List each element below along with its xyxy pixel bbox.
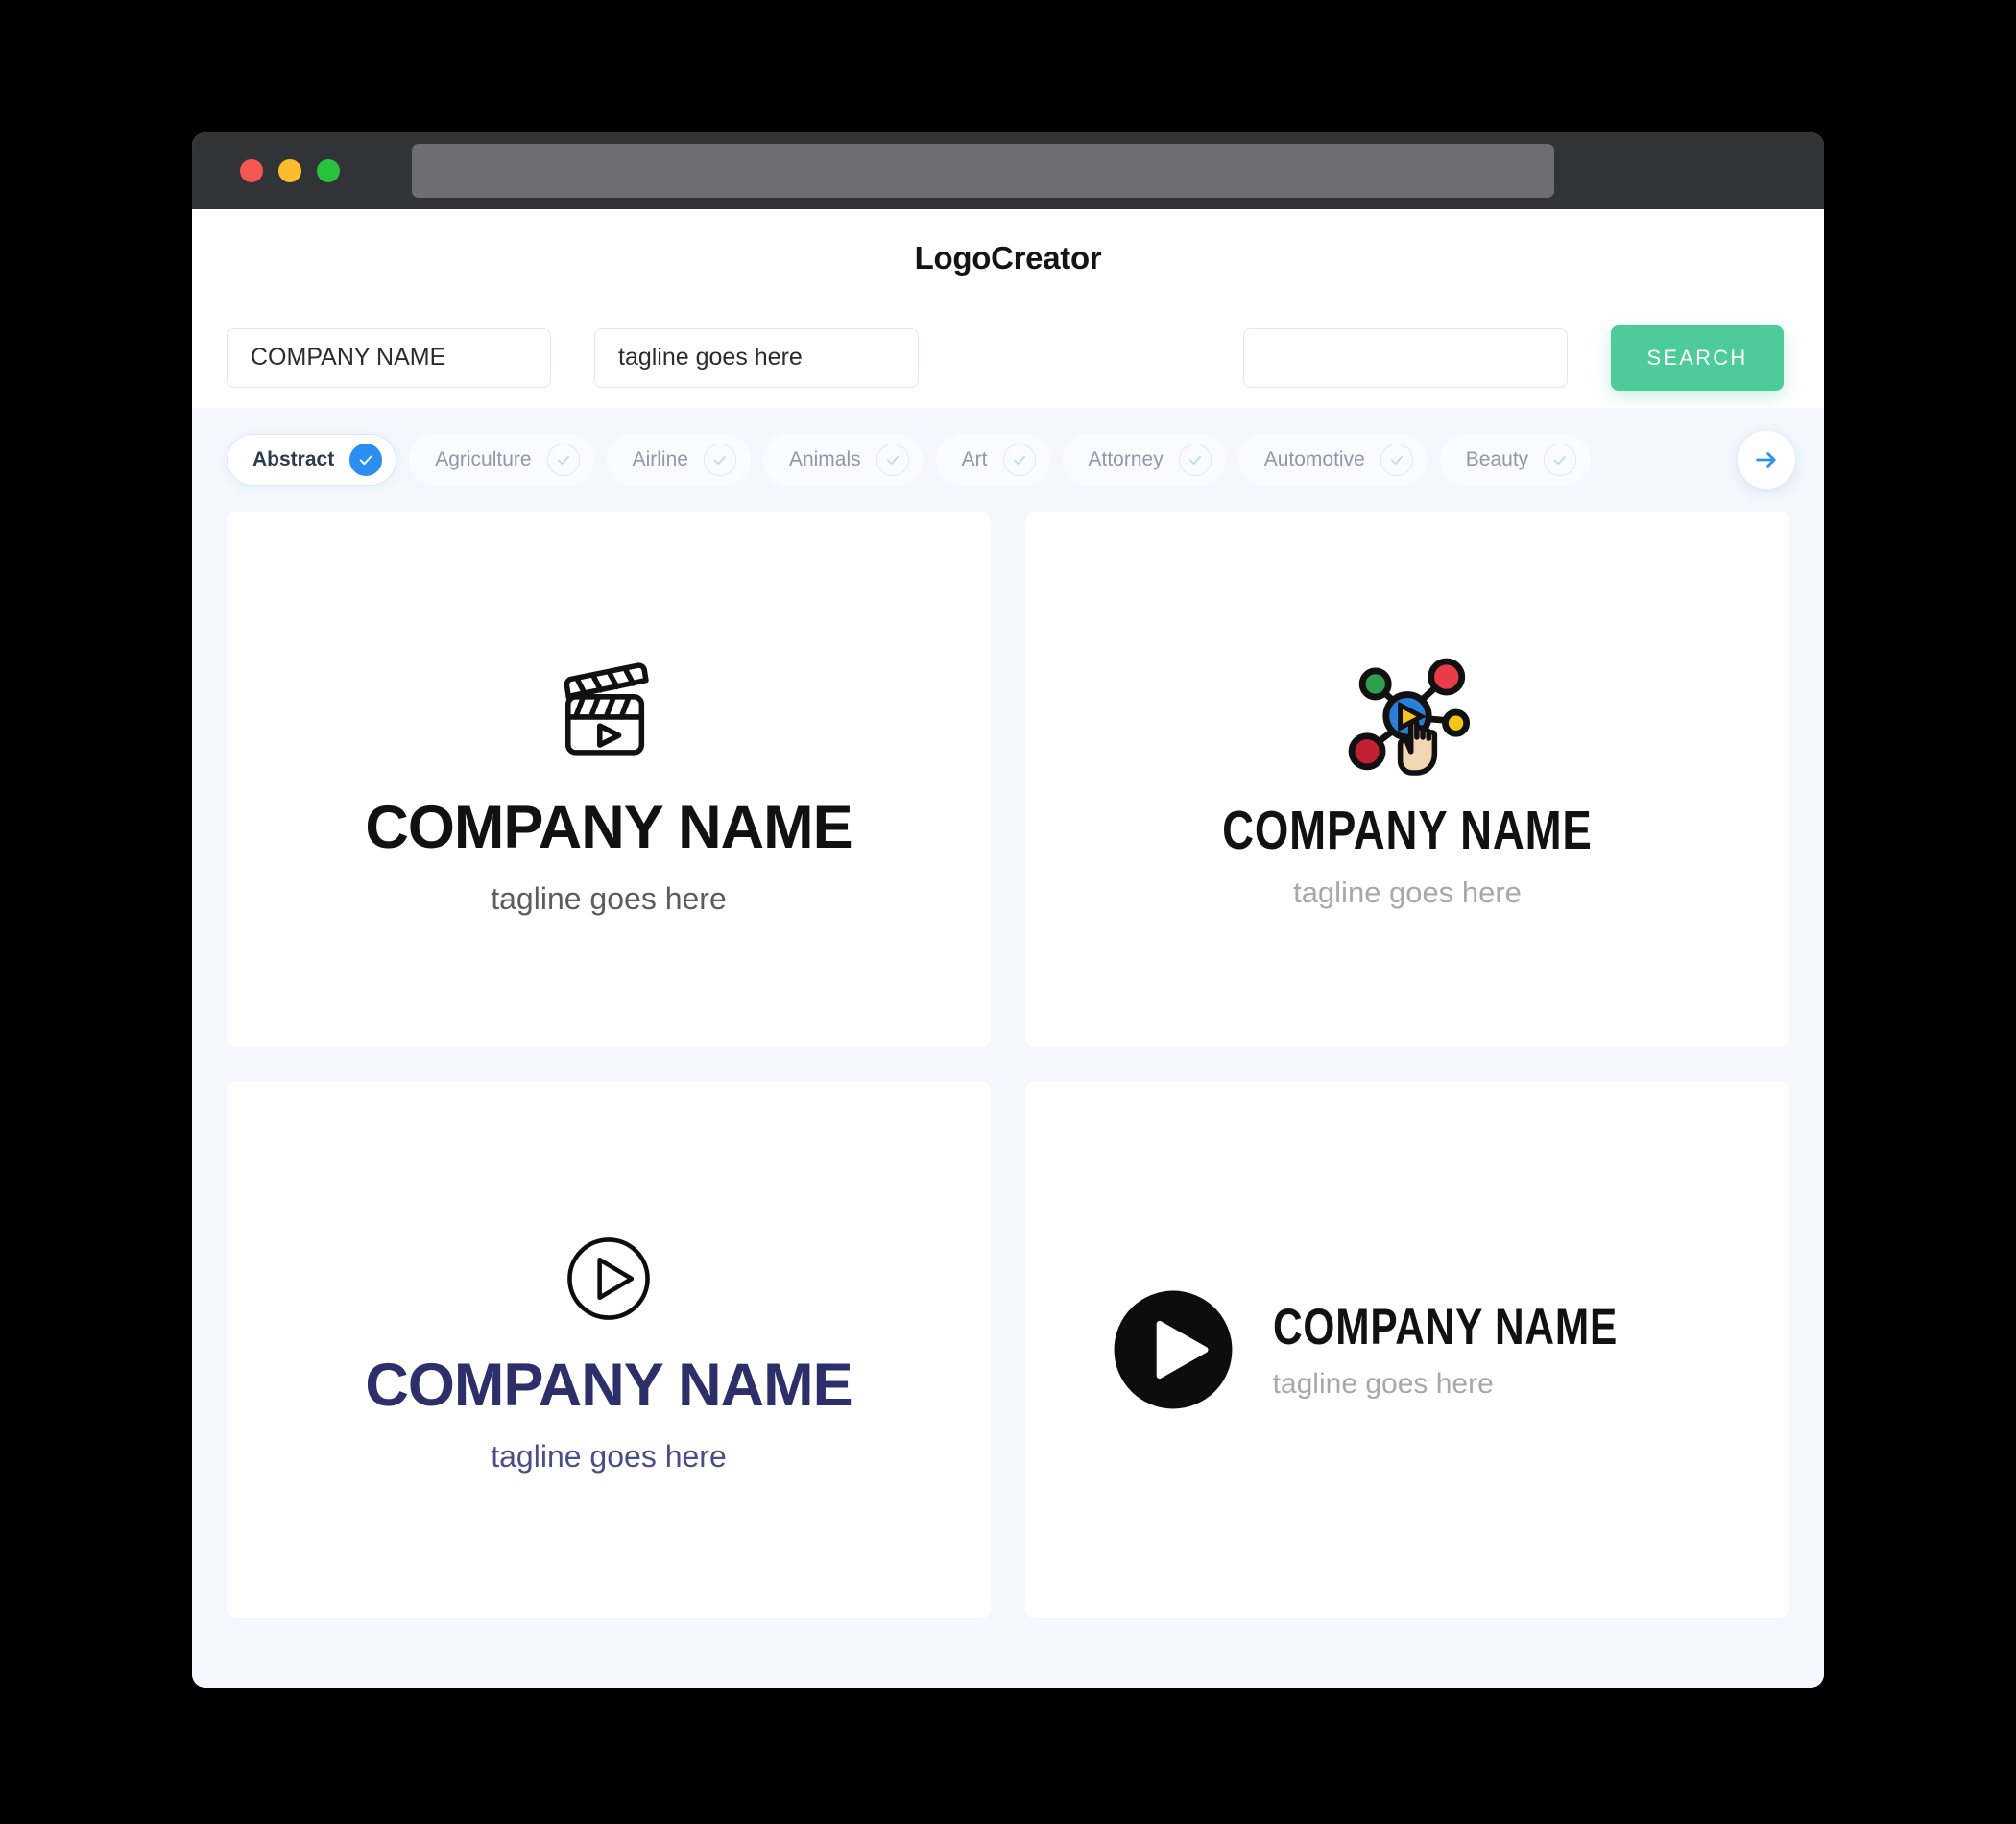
category-chip-airline[interactable]: Airline [606,434,751,486]
category-chip-abstract[interactable]: Abstract [227,434,397,486]
check-icon [1380,444,1413,476]
play-circle-solid-icon [1112,1288,1235,1411]
logo-card[interactable]: COMPANY NAME tagline goes here [227,512,991,1047]
check-icon [1544,444,1577,476]
category-filter-bar: Abstract Agriculture Airline Animals Art… [192,408,1824,512]
category-chip-agriculture[interactable]: Agriculture [409,434,594,486]
logo-company-name: COMPANY NAME [1272,1298,1618,1356]
minimize-window-button[interactable] [278,159,301,182]
results-content: Abstract Agriculture Airline Animals Art… [192,408,1824,1688]
traffic-light-group [240,159,340,182]
check-icon [1002,444,1036,476]
category-chip-label: Airline [632,448,688,470]
app-header: LogoCreator [192,209,1824,307]
category-chip-label: Animals [788,448,861,470]
logo-card[interactable]: COMPANY NAME tagline goes here [227,1082,991,1618]
check-icon [546,444,580,476]
browser-window: LogoCreator SEARCH Abstract Agriculture [192,132,1824,1688]
maximize-window-button[interactable] [317,159,340,182]
logo-company-name: COMPANY NAME [365,793,852,861]
category-chip-label: Beauty [1465,448,1529,470]
logo-company-name: COMPANY NAME [365,1351,852,1419]
category-chip-label: Abstract [252,448,335,470]
logo-results-grid: COMPANY NAME tagline goes here COMPANY N… [192,512,1824,1618]
close-window-button[interactable] [240,159,263,182]
logo-card[interactable]: COMPANY NAME tagline goes here [1025,512,1789,1047]
next-categories-button[interactable] [1738,431,1795,489]
search-toolbar: SEARCH [192,307,1824,408]
category-chip-beauty[interactable]: Beauty [1439,434,1592,486]
network-node-cursor-icon [1336,652,1478,782]
brand-title: LogoCreator [914,240,1102,276]
keyword-input[interactable] [1243,327,1568,388]
category-chip-label: Art [961,448,988,470]
check-icon [349,444,383,476]
logo-tagline: tagline goes here [491,880,727,916]
search-button[interactable]: SEARCH [1611,324,1784,391]
logo-company-name: COMPANY NAME [1222,800,1593,861]
check-icon [876,444,909,476]
browser-titlebar [192,132,1824,209]
category-chip-automotive[interactable]: Automotive [1237,434,1428,486]
category-chip-label: Attorney [1088,448,1164,470]
check-icon [703,444,736,476]
category-chip-animals[interactable]: Animals [762,434,924,486]
clapperboard-play-icon [545,646,672,773]
logo-tagline: tagline goes here [1272,1367,1494,1400]
logo-tagline: tagline goes here [1293,876,1522,909]
category-chip-label: Automotive [1263,448,1365,470]
logo-tagline: tagline goes here [491,1438,727,1474]
check-icon [1178,444,1212,476]
tagline-input[interactable] [594,327,919,388]
arrow-right-icon [1756,452,1776,468]
category-chip-attorney[interactable]: Attorney [1062,434,1226,486]
company-name-input[interactable] [227,327,551,388]
category-chip-art[interactable]: Art [935,434,1050,486]
logo-card[interactable]: COMPANY NAME tagline goes here [1025,1082,1789,1618]
category-chip-label: Agriculture [435,448,532,470]
url-bar[interactable] [412,144,1554,198]
play-circle-outline-icon [559,1229,659,1329]
